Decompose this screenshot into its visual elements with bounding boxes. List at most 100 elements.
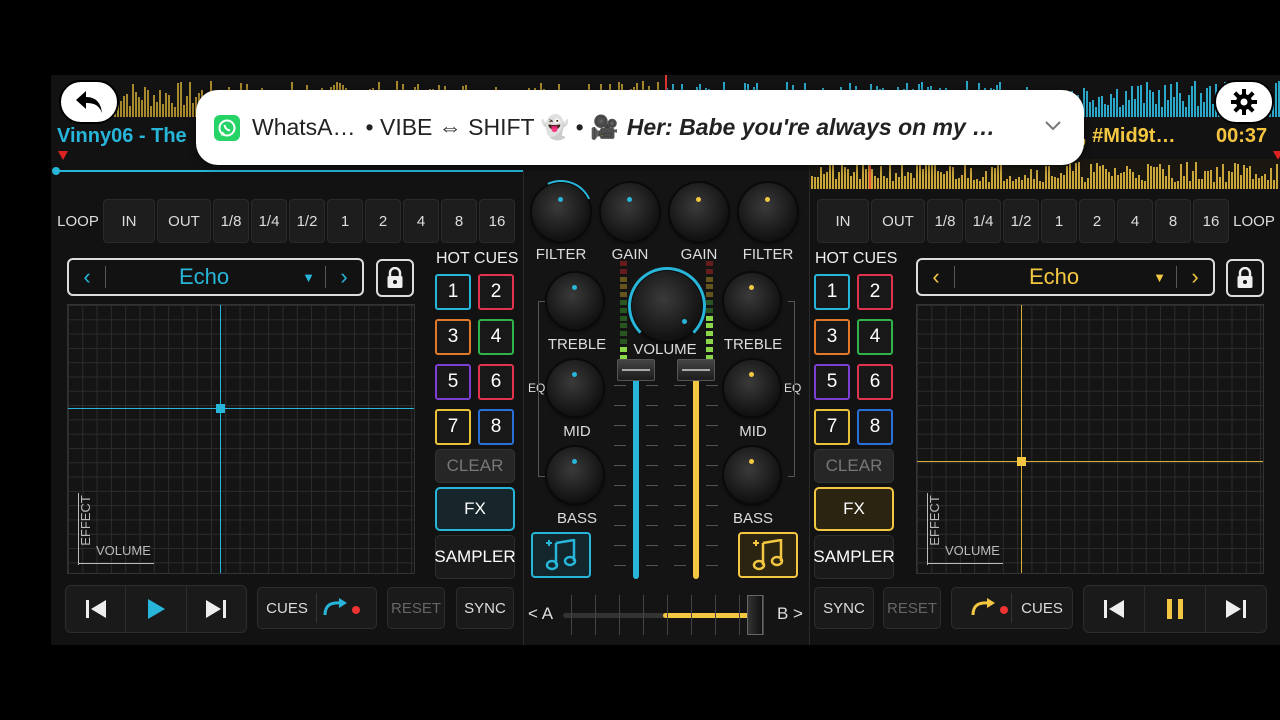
pad-y-label: EFFECT [77,495,93,546]
gain-a-knob[interactable] [601,183,659,241]
loop-button-16[interactable]: 16 [479,199,515,243]
loop-button-in[interactable]: IN [103,199,155,243]
pad-cursor[interactable] [216,404,225,413]
deck-a-progress[interactable] [55,170,523,172]
hot-cue-5[interactable]: 5 [814,364,850,400]
deck-a-sampler-button[interactable]: SAMPLER [434,535,516,579]
crossfader-handle[interactable] [747,595,763,635]
bass-b-knob[interactable] [724,447,780,503]
back-button[interactable] [59,80,119,124]
loop-button-out[interactable]: OUT [871,199,925,243]
loop-button-1[interactable]: 1 [327,199,363,243]
dropdown-caret-icon[interactable]: ▼ [1153,270,1166,285]
settings-button[interactable] [1214,80,1274,124]
deck-a-effect-selector[interactable]: ‹ Echo ▼ › [67,258,364,296]
treble-b-knob[interactable] [724,273,780,329]
pad-x-axis [78,563,154,564]
pad-cursor[interactable] [1017,457,1026,466]
previous-track-button[interactable] [1084,586,1145,632]
loop-button-8[interactable]: 8 [1155,199,1191,243]
deck-b-sampler-button[interactable]: SAMPLER [813,535,895,579]
loop-button-loop[interactable]: LOOP [1231,199,1277,243]
treble-a-knob[interactable] [547,273,603,329]
loop-button-1-4[interactable]: 1/4 [965,199,1001,243]
deck-b-effect-selector[interactable]: ‹ Echo ▼ › [916,258,1215,296]
bass-a-knob[interactable] [547,447,603,503]
loop-button-16[interactable]: 16 [1193,199,1229,243]
hot-cue-3[interactable]: 3 [435,319,471,355]
hot-cue-8[interactable]: 8 [857,409,893,445]
channel-b-fader-handle[interactable] [677,359,715,381]
hot-cue-7[interactable]: 7 [435,409,471,445]
loop-button-1-2[interactable]: 1/2 [289,199,325,243]
channel-a-fader-level [633,377,639,579]
hot-cue-1[interactable]: 1 [435,274,471,310]
chevron-down-icon[interactable] [1044,119,1062,137]
loop-button-2[interactable]: 2 [1079,199,1115,243]
crossfader[interactable] [563,593,773,637]
hot-cue-8[interactable]: 8 [478,409,514,445]
filter-b-knob[interactable] [739,183,797,241]
next-track-button[interactable] [1206,586,1266,632]
deck-a-lock-button[interactable] [376,259,414,297]
deck-a-cues-button[interactable]: CUES [257,587,377,629]
hot-cue-2[interactable]: 2 [857,274,893,310]
chevron-right-icon[interactable]: › [1177,264,1213,290]
hot-cue-2[interactable]: 2 [478,274,514,310]
gain-b-knob[interactable] [670,183,728,241]
deck-b-clear-button[interactable]: CLEAR [814,449,894,483]
loop-button-1-8[interactable]: 1/8 [927,199,963,243]
loop-button-8[interactable]: 8 [441,199,477,243]
filter-a-label: FILTER [535,246,587,263]
previous-track-button[interactable] [66,586,127,632]
deck-b-fx-button[interactable]: FX [814,487,894,531]
play-button[interactable] [126,586,187,632]
loop-button-4[interactable]: 4 [1117,199,1153,243]
deck-b-transport [1083,585,1267,633]
loop-button-2[interactable]: 2 [365,199,401,243]
loop-button-1-4[interactable]: 1/4 [251,199,287,243]
deck-b-lock-button[interactable] [1226,259,1264,297]
hot-cue-5[interactable]: 5 [435,364,471,400]
deck-a-progress-knob[interactable] [52,167,60,175]
chevron-right-icon[interactable]: › [326,264,362,290]
loop-button-out[interactable]: OUT [157,199,211,243]
deck-a-reset-button[interactable]: RESET [387,587,445,629]
pause-button[interactable] [1145,586,1206,632]
next-track-button[interactable] [187,586,246,632]
deck-a-sync-button[interactable]: SYNC [456,587,514,629]
chevron-left-icon[interactable]: ‹ [918,264,954,290]
deck-b-cues-button[interactable]: CUES [951,587,1073,629]
hot-cue-1[interactable]: 1 [814,274,850,310]
deck-a-clear-button[interactable]: CLEAR [435,449,515,483]
notification-banner[interactable]: WhatsA… • VIBE ⇔ SHIFT 👻 • 🎥 Her: Babe y… [196,90,1084,165]
loop-button-in[interactable]: IN [817,199,869,243]
loop-button-1-8[interactable]: 1/8 [213,199,249,243]
deck-b-xy-pad[interactable]: EFFECT VOLUME [916,304,1264,574]
hot-cue-6[interactable]: 6 [857,364,893,400]
deck-b-reset-button[interactable]: RESET [883,587,941,629]
deck-b-track-title: , #Mid9t… [1081,125,1176,147]
mid-b-knob[interactable] [724,360,780,416]
deck-b-sync-button[interactable]: SYNC [814,587,874,629]
hot-cue-3[interactable]: 3 [814,319,850,355]
loop-button-4[interactable]: 4 [403,199,439,243]
chevron-left-icon[interactable]: ‹ [69,264,105,290]
knob-indicator [572,285,577,290]
channel-a-fader-handle[interactable] [617,359,655,381]
dropdown-caret-icon[interactable]: ▼ [302,270,315,285]
deck-a-marker [58,151,68,160]
deck-a-fx-button[interactable]: FX [435,487,515,531]
loop-button-1-2[interactable]: 1/2 [1003,199,1039,243]
mid-a-knob[interactable] [547,360,603,416]
hot-cue-7[interactable]: 7 [814,409,850,445]
deck-a-xy-pad[interactable]: EFFECT VOLUME [67,304,415,574]
hot-cue-4[interactable]: 4 [857,319,893,355]
deck-a-sampler-toggle[interactable] [531,532,591,578]
hot-cue-6[interactable]: 6 [478,364,514,400]
hot-cue-4[interactable]: 4 [478,319,514,355]
loop-button-1[interactable]: 1 [1041,199,1077,243]
loop-button-loop[interactable]: LOOP [55,199,101,243]
cues-label: CUES [1021,599,1063,617]
deck-b-sampler-toggle[interactable] [738,532,798,578]
